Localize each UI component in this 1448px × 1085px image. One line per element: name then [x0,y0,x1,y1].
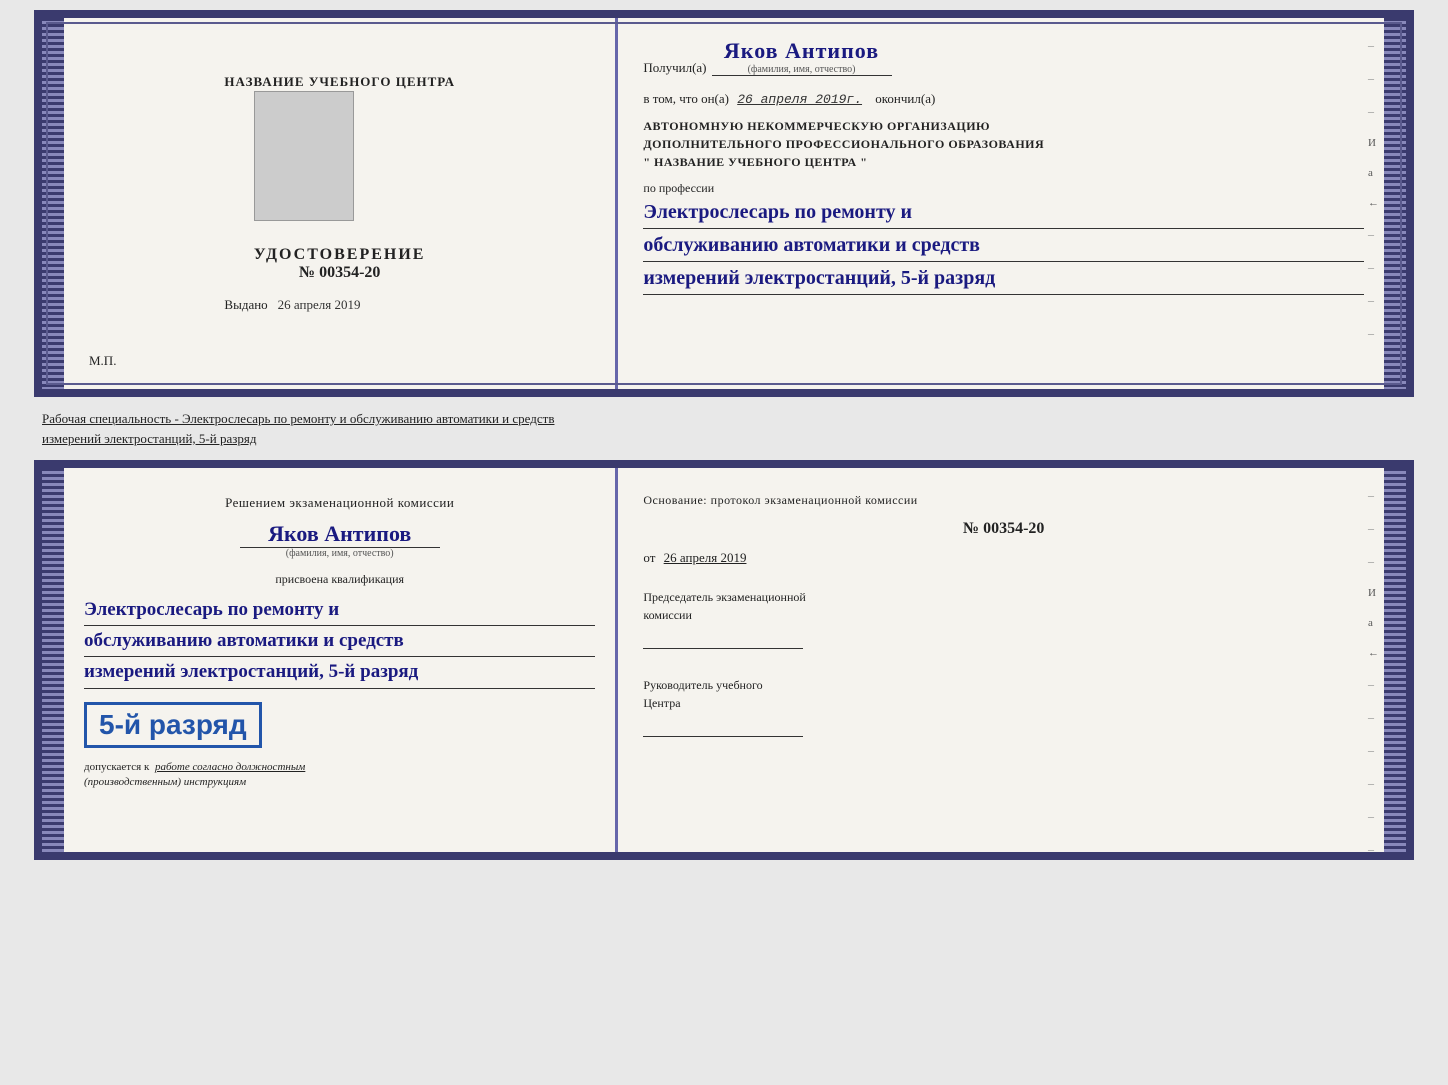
chairman-sig-line [643,629,803,649]
commission-label: комиссии [643,606,1364,624]
bottom-left-panel: Решением экзаменационной комиссии Яков А… [64,468,618,852]
right-stripe [1384,18,1406,389]
cert-number: № 00354-20 [254,264,426,282]
cert-left-panel: НАЗВАНИЕ УЧЕБНОГО ЦЕНТРА УДОСТОВЕРЕНИЕ №… [64,18,618,389]
mp-label: М.П. [89,353,116,369]
top-certificate: НАЗВАНИЕ УЧЕБНОГО ЦЕНТРА УДОСТОВЕРЕНИЕ №… [34,10,1414,397]
cert-center: УДОСТОВЕРЕНИЕ № 00354-20 [254,91,426,282]
qual-line3: измерений электростанций, 5-й разряд [84,657,595,688]
grade-box: 5-й разряд [84,702,262,748]
commission-title: Решением экзаменационной комиссии [84,493,595,513]
org-line2: ДОПОЛНИТЕЛЬНОГО ПРОФЕССИОНАЛЬНОГО ОБРАЗО… [643,135,1364,153]
chairman-block: Председатель экзаменационной комиссии [643,588,1364,649]
recipient-name-block: Яков Антипов (фамилия, имя, отчество) [712,38,892,76]
profession-line2: обслуживанию автоматики и средств [643,229,1364,262]
profession-prefix: по профессии [643,181,1364,196]
cert-right-panel: Получил(а) Яков Антипов (фамилия, имя, о… [618,18,1384,389]
recipient-name: Яков Антипов [724,38,879,64]
issued-row: Выдано 26 апреля 2019 [224,297,455,313]
org-name-left: НАЗВАНИЕ УЧЕБНОГО ЦЕНТРА [224,73,455,91]
recipient-prefix: Получил(а) [643,60,706,76]
middle-specialty-text: Рабочая специальность - Электрослесарь п… [34,405,1414,452]
profession-line3: измерений электростанций, 5-й разряд [643,262,1364,295]
doc-date: от 26 апреля 2019 [643,550,1364,566]
date-row: в том, что он(а) 26 апреля 2019г. окончи… [643,91,1364,107]
person-name: Яков Антипов [84,521,595,547]
bottom-right-panel: Основание: протокол экзаменационной коми… [618,468,1384,852]
bottom-right-dashes: – – – И а ← – – – – – – [1368,488,1379,857]
date-suffix: окончил(а) [875,91,935,106]
basis-title: Основание: протокол экзаменационной коми… [643,493,1364,508]
допускается-suffix: работе согласно должностным [155,761,305,773]
qual-line1: Электрослесарь по ремонту и [84,595,595,626]
qual-line2: обслуживанию автоматики и средств [84,626,595,657]
head-label2: Центра [643,694,1364,712]
допускается-prefix: допускается к [84,761,149,773]
chairman-label1: Председатель экзаменационной [643,588,1364,606]
issued-prefix: Выдано [224,297,267,313]
org-line3: " НАЗВАНИЕ УЧЕБНОГО ЦЕНТРА " [643,153,1364,171]
date-prefix: в том, что он(а) [643,91,729,106]
head-label1: Руководитель учебного [643,676,1364,694]
org-block: АВТОНОМНУЮ НЕКОММЕРЧЕСКУЮ ОРГАНИЗАЦИЮ ДО… [643,117,1364,171]
profession-block: по профессии Электрослесарь по ремонту и… [643,181,1364,295]
right-dashes: – – – И а ← – – – – [1368,38,1379,341]
bottom-certificate: Решением экзаменационной комиссии Яков А… [34,460,1414,860]
допускается-block: допускается к работе согласно должностны… [84,760,595,791]
person-name-block: Яков Антипов (фамилия, имя, отчество) [84,521,595,559]
fio-hint-bottom: (фамилия, имя, отчество) [84,548,595,559]
org-line1: АВТОНОМНУЮ НЕКОММЕРЧЕСКУЮ ОРГАНИЗАЦИЮ [643,117,1364,135]
issued-date: 26 апреля 2019 [278,297,361,313]
date-value: 26 апреля 2019г. [737,92,862,107]
head-sig-line [643,717,803,737]
grade-text: 5-й разряд [99,709,247,740]
bottom-left-stripe [42,468,64,852]
head-block: Руководитель учебного Центра [643,676,1364,737]
recipient-row: Получил(а) Яков Антипов (фамилия, имя, о… [643,38,1364,76]
doc-number: № 00354-20 [643,520,1364,538]
qualification-label: присвоена квалификация [84,572,595,587]
cert-label: УДОСТОВЕРЕНИЕ [254,246,426,264]
doc-date-prefix: от [643,550,655,565]
инструкции: (производственным) инструкциям [84,776,246,788]
left-stripe [42,18,64,389]
bottom-right-stripe [1384,468,1406,852]
fio-hint-top: (фамилия, имя, отчество) [748,64,856,75]
photo-placeholder [254,91,354,221]
qualification-block: Электрослесарь по ремонту и обслуживанию… [84,595,595,689]
profession-line1: Электрослесарь по ремонту и [643,196,1364,229]
doc-date-value: 26 апреля 2019 [664,550,747,565]
